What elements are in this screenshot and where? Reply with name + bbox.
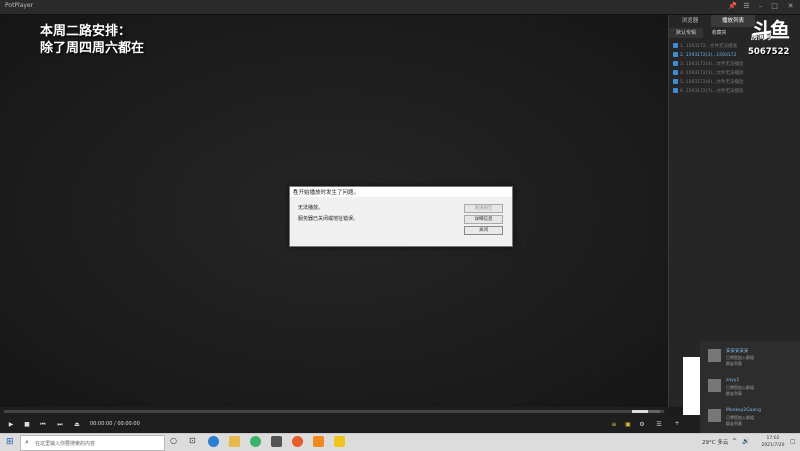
error-dialog: 在开始播放时发生了问题。 × 无法播放。 服务器已关闭或地址错误。 发送报告 详… [289, 186, 513, 247]
send-report-button[interactable]: 发送报告 [464, 204, 503, 213]
task-view-icon[interactable]: ○ [170, 436, 177, 445]
notification-stack: 安安安安安 已将您加入群组 群友列表 zayy1 已将您加入群组 群友列表 Mo… [700, 341, 800, 433]
schedule-line-1: 本周二路安排： [40, 24, 132, 39]
taskbar-search-input[interactable]: ⌕ 在这里输入你要搜索的内容 [20, 435, 165, 451]
clock-date: 2021/7/20 [761, 443, 785, 448]
stream-schedule-overlay: 本周二路安排： 除了周四周六都在 [40, 23, 144, 57]
notification-text: 群友列表 [726, 361, 742, 366]
subtitle-icon[interactable]: ▣ [623, 420, 633, 429]
volume-slider[interactable] [632, 410, 660, 413]
potplayer-taskbar-icon[interactable] [334, 436, 345, 447]
app-icon[interactable] [292, 436, 303, 447]
search-icon: ⌕ [25, 438, 29, 446]
add-icon[interactable]: + [672, 419, 682, 428]
room-label: 房间号 [751, 33, 772, 41]
tab-browser[interactable]: 浏览器 [669, 15, 711, 27]
app-icon[interactable] [313, 436, 324, 447]
notification-item[interactable]: zayy1 已将您加入群组 群友列表 [700, 373, 800, 401]
playlist-toggle-icon[interactable]: ≡ [609, 420, 619, 429]
previous-icon[interactable]: ⏮ [38, 420, 48, 429]
minimize-icon[interactable]: – [756, 2, 765, 11]
dialog-message-2: 服务器已关闭或地址错误。 [298, 216, 359, 222]
clock-time: 17:02 [766, 436, 780, 441]
file-icon [673, 70, 678, 75]
playlist-item[interactable]: 4. 1593172(5)...文件无法播放 [673, 70, 799, 76]
close-icon[interactable]: ✕ [786, 2, 795, 11]
play-icon[interactable]: ▶ [6, 420, 16, 429]
dialog-message-1: 无法播放。 [298, 205, 324, 211]
notification-item[interactable]: 安安安安安 已将您加入群组 群友列表 [700, 343, 800, 371]
notification-text: 群友列表 [726, 421, 742, 426]
file-icon [673, 88, 678, 93]
notification-name: 安安安安安 [726, 349, 749, 354]
schedule-line-2: 除了周四周六都在 [40, 41, 145, 56]
dialog-title-bar: 在开始播放时发生了问题。 × [290, 187, 512, 197]
eject-icon[interactable]: ⏏ [72, 420, 82, 429]
file-icon [673, 61, 678, 66]
file-icon [673, 43, 678, 48]
avatar [708, 349, 721, 362]
app-icon[interactable] [271, 436, 282, 447]
seek-bar[interactable] [4, 410, 664, 413]
notification-item[interactable]: Monkey2Gaang 已将您加入群组 群友列表 [700, 403, 800, 431]
popup-edge [683, 357, 700, 415]
subtab-default-album[interactable]: 默认专辑 [669, 28, 703, 38]
volume-icon[interactable]: 🔊 [742, 438, 749, 445]
taskbar-clock[interactable]: 17:02 2021/7/20 [758, 435, 788, 449]
notification-text: 群友列表 [726, 391, 742, 396]
tray-chevron-icon[interactable]: ^ [732, 438, 737, 445]
playlist-item[interactable]: 3. 1593172(4)...文件无法播放 [673, 61, 799, 67]
edge-icon[interactable] [208, 436, 219, 447]
playlist-item[interactable]: 5. 1593172(6)...文件无法播放 [673, 79, 799, 85]
search-placeholder: 在这里输入你要搜索的内容 [35, 441, 96, 447]
menu-list-icon[interactable]: ☰ [654, 420, 664, 429]
app-title: PotPlayer [5, 2, 34, 9]
windows-taskbar: ⊞ ⌕ 在这里输入你要搜索的内容 ○ ⊡ 29°C 多云 ^ 🔊 17:02 2… [0, 433, 800, 451]
notification-name: zayy1 [726, 378, 740, 383]
volume-level [632, 410, 648, 413]
douyu-logo: 斗鱼 房间号 5067522 [748, 14, 790, 58]
windows-start-icon[interactable]: ⊞ [6, 437, 14, 447]
details-button[interactable]: 详细信息 [464, 215, 503, 224]
room-number: 5067522 [748, 47, 790, 57]
avatar [708, 409, 721, 422]
avatar [708, 379, 721, 392]
file-icon [673, 52, 678, 57]
file-icon [673, 79, 678, 84]
title-bar: PotPlayer 📌 ☰ – □ ✕ [0, 0, 800, 15]
playlist-item[interactable]: 6. 1593172(7)...文件无法播放 [673, 88, 799, 94]
close-button[interactable]: 关闭 [464, 226, 503, 235]
dialog-close-icon[interactable]: × [293, 188, 509, 194]
file-explorer-icon[interactable] [229, 436, 240, 447]
next-icon[interactable]: ⏭ [55, 420, 65, 429]
subtab-favorites[interactable]: 收藏夹 [703, 28, 735, 38]
widgets-icon[interactable]: ⊡ [189, 436, 196, 445]
stop-icon[interactable]: ■ [22, 420, 32, 429]
notification-center-icon[interactable]: ▢ [790, 438, 796, 445]
maximize-icon[interactable]: □ [770, 2, 779, 11]
player-controls: ▶ ■ ⏮ ⏭ ⏏ 00:00:00 / 00:00:00 ≡ ▣ ⚙ ☰ [0, 407, 668, 433]
wechat-icon[interactable] [250, 436, 261, 447]
notification-name: Monkey2Gaang [726, 408, 761, 413]
weather-widget[interactable]: 29°C 多云 [702, 438, 728, 446]
menu-icon[interactable]: ☰ [742, 2, 751, 11]
time-display: 00:00:00 / 00:00:00 [90, 421, 140, 427]
pin-icon[interactable]: 📌 [728, 2, 737, 11]
settings-icon[interactable]: ⚙ [637, 420, 647, 429]
